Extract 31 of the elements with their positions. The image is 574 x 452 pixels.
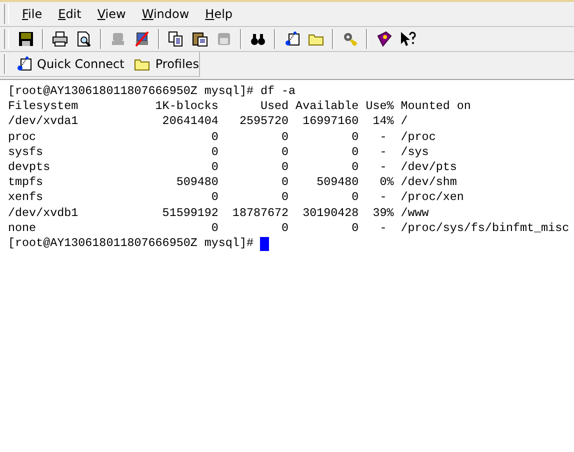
menu-item[interactable]: Edit bbox=[51, 5, 88, 23]
menu-item[interactable]: Window bbox=[134, 5, 196, 23]
menu-item[interactable]: Help bbox=[198, 5, 240, 23]
computer-icon bbox=[110, 31, 126, 47]
magnifier-page-icon bbox=[76, 31, 92, 47]
connect-bar-button[interactable]: Quick Connect bbox=[12, 54, 128, 74]
binoculars-icon bbox=[250, 31, 266, 47]
menu-item[interactable]: View bbox=[90, 5, 133, 23]
session-icon bbox=[284, 31, 300, 47]
terminal-line: /dev/xvdb1 51599192 18787672 30190428 39% /www bbox=[8, 206, 429, 221]
gear-key-icon bbox=[342, 31, 358, 47]
terminal-line: Filesystem 1K-blocks Used Available Use% Mounted on bbox=[8, 99, 471, 114]
terminal-line: xenfs 0 0 0 - /proc/xen bbox=[8, 190, 464, 206]
terminal-line: proc 0 0 0 - /proc bbox=[8, 130, 436, 145]
terminal-line: /dev/xvda1 20641404 2595720 16997160 14% / bbox=[8, 114, 408, 130]
terminal-line: tmpfs 509480 0 509480 0% /dev/shm bbox=[8, 175, 457, 190]
menu-item[interactable]: File bbox=[15, 5, 50, 23]
clipboard-icon bbox=[216, 31, 232, 47]
terminal-line: devpts 0 0 0 - /dev/pts bbox=[8, 160, 457, 176]
paste-icon bbox=[192, 31, 208, 47]
terminal-area[interactable] bbox=[0, 79, 574, 452]
terminal-line: [root@AY130618011807666950Z mysql]# bbox=[8, 236, 254, 252]
connect-bar-button[interactable]: Profiles bbox=[130, 54, 203, 74]
terminal-line: none 0 0 0 - /proc/sys/fs/binfmt_misc bbox=[8, 220, 570, 236]
pointer-question-icon bbox=[400, 31, 416, 47]
copy-icon bbox=[168, 31, 184, 47]
session-icon bbox=[16, 56, 32, 72]
terminal-line: [root@AY130618011807666950Z mysql]# df -a bbox=[8, 84, 296, 100]
disconnect-icon bbox=[134, 31, 150, 47]
terminal-line: sysfs 0 0 0 - /sys bbox=[8, 144, 429, 160]
printer-icon bbox=[52, 31, 68, 47]
